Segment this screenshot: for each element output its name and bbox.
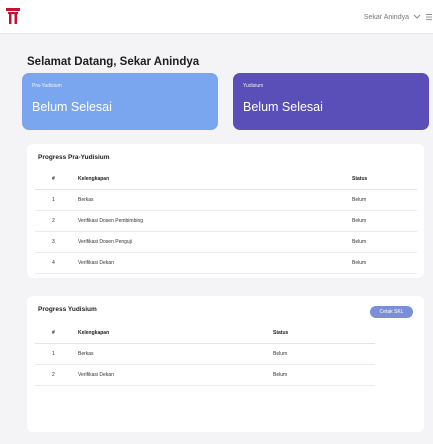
table-row: 3 Verifikasi Dosen Penguji Belum	[35, 231, 417, 253]
row-number: 2	[35, 210, 71, 232]
row-status: Belum	[321, 252, 417, 274]
row-status: Belum	[321, 189, 417, 211]
row-status: Belum	[269, 343, 375, 365]
row-status: Belum	[269, 364, 375, 386]
university-logo-icon[interactable]	[6, 8, 20, 24]
menu-icon[interactable]	[425, 12, 433, 22]
pra-yudisium-status-card: Pra-Yudisium Belum Selesai	[22, 73, 218, 130]
yudisium-progress-panel: Progress Yudisium # Kelengkapan Status 1…	[27, 296, 424, 432]
chevron-down-icon[interactable]	[412, 12, 422, 22]
row-number: 1	[35, 343, 71, 365]
table-header-row: # Kelengkapan Status	[35, 323, 375, 344]
status-card-value: Belum Selesai	[243, 100, 323, 114]
row-kelengkapan: Berkas	[71, 343, 269, 365]
row-kelengkapan: Verifikasi Dekan	[71, 364, 269, 386]
column-header: Status	[321, 169, 417, 190]
table-row: 2 Verifikasi Dekan Belum	[35, 364, 375, 386]
cetak-skl-button[interactable]: Cetak SKL	[370, 306, 413, 318]
table-row: 2 Verifikasi Dosen Pembimbing Belum	[35, 210, 417, 232]
status-card-caption: Pra-Yudisium	[32, 83, 62, 89]
row-kelengkapan: Verifikasi Dekan	[71, 252, 321, 274]
table-row: 1 Berkas Belum	[35, 343, 375, 365]
row-number: 1	[35, 189, 71, 211]
pra-yudisium-progress-panel: Progress Pra-Yudisium # Kelengkapan Stat…	[27, 144, 424, 278]
row-number: 4	[35, 252, 71, 274]
row-number: 2	[35, 364, 71, 386]
row-status: Belum	[321, 210, 417, 232]
table-header-row: # Kelengkapan Status	[35, 169, 417, 190]
pra-yudisium-table: # Kelengkapan Status 1 Berkas Belum 2 Ve…	[35, 169, 417, 274]
panel-title: Progress Pra-Yudisium	[38, 154, 110, 161]
row-number: 3	[35, 231, 71, 253]
table-row: 1 Berkas Belum	[35, 189, 417, 211]
row-kelengkapan: Verifikasi Dosen Pembimbing	[71, 210, 321, 232]
status-card-caption: Yudisium	[243, 83, 264, 89]
yudisium-status-card: Yudisium Belum Selesai	[233, 73, 429, 130]
column-header: Kelengkapan	[71, 169, 321, 190]
row-status: Belum	[321, 231, 417, 253]
page-title: Selamat Datang, Sekar Anindya	[27, 56, 200, 68]
user-name[interactable]: Sekar Anindya	[364, 14, 409, 21]
column-header: Status	[269, 323, 375, 344]
panel-title: Progress Yudisium	[38, 306, 97, 313]
status-card-value: Belum Selesai	[32, 100, 112, 114]
row-kelengkapan: Verifikasi Dosen Penguji	[71, 231, 321, 253]
yudisium-table: # Kelengkapan Status 1 Berkas Belum 2 Ve…	[35, 323, 375, 386]
column-header: Kelengkapan	[71, 323, 269, 344]
row-kelengkapan: Berkas	[71, 189, 321, 211]
column-header: #	[35, 323, 71, 344]
table-row: 4 Verifikasi Dekan Belum	[35, 252, 417, 274]
top-navbar: Sekar Anindya	[0, 0, 433, 34]
user-menu[interactable]: Sekar Anindya	[364, 10, 433, 24]
column-header: #	[35, 169, 71, 190]
